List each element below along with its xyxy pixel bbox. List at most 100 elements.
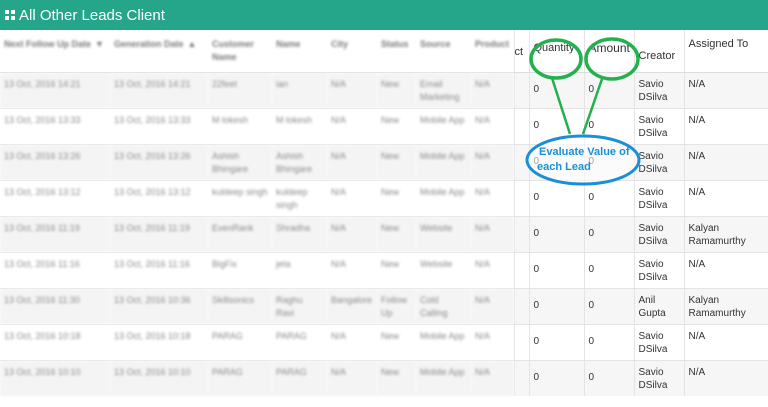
sort-up-icon: ▲ bbox=[187, 39, 197, 49]
cell-product-cut bbox=[513, 179, 529, 216]
col-header-product-cut[interactable]: ct bbox=[513, 30, 529, 73]
cell-product: N/A bbox=[471, 251, 514, 288]
leads-table: Next Follow Up Date ▼ Generation Date ▲ Cu… bbox=[0, 30, 768, 396]
col-header-next-followup[interactable]: Next Follow Up Date ▼ bbox=[0, 30, 110, 73]
cell-product-cut bbox=[513, 323, 529, 360]
cell-source: Mobile App bbox=[416, 179, 471, 216]
cell-name: M lokesh bbox=[272, 107, 327, 144]
cell-qty: 0 bbox=[528, 179, 584, 216]
cell-gen: 13 Oct, 2016 13:33 bbox=[110, 107, 208, 144]
cell-city: N/A bbox=[327, 323, 377, 360]
cell-creator: Savio DSilva bbox=[633, 143, 684, 180]
sort-down-icon: ▼ bbox=[95, 39, 104, 49]
col-header-source[interactable]: Source bbox=[416, 30, 471, 73]
col-header-creator[interactable]: Creator bbox=[633, 30, 684, 73]
table-row[interactable]: 13 Oct, 2016 11:19 13 Oct, 2016 11:19 Even… bbox=[0, 215, 768, 252]
cell-customer: M lokesh bbox=[208, 107, 272, 144]
cell-assigned: N/A bbox=[683, 107, 768, 144]
cell-amount: 0 bbox=[583, 287, 634, 324]
cell-gen: 13 Oct, 2016 11:19 bbox=[110, 215, 208, 252]
table-row[interactable]: 13 Oct, 2016 13:26 13 Oct, 2016 13:26 Ashi… bbox=[0, 143, 768, 180]
cell-qty: 0 bbox=[528, 215, 584, 252]
table-row[interactable]: 13 Oct, 2016 11:30 13 Oct, 2016 10:36 Skil… bbox=[0, 287, 768, 324]
cell-amount: 0 bbox=[583, 107, 634, 144]
cell-customer: BigFix bbox=[208, 251, 272, 288]
cell-status: New bbox=[377, 215, 416, 252]
col-header-city[interactable]: City bbox=[327, 30, 377, 73]
cell-name: Raghu Ravi bbox=[272, 287, 327, 324]
cell-assigned: N/A bbox=[683, 179, 768, 216]
cell-creator: Savio DSilva bbox=[633, 359, 684, 396]
cell-product: N/A bbox=[471, 71, 514, 108]
cell-status: New bbox=[377, 143, 416, 180]
cell-product: N/A bbox=[471, 359, 514, 396]
cell-gen: 13 Oct, 2016 10:18 bbox=[110, 323, 208, 360]
cell-name: kuldeep singh bbox=[272, 179, 327, 216]
cell-next: 13 Oct, 2016 11:16 bbox=[0, 251, 110, 288]
cell-next: 13 Oct, 2016 13:12 bbox=[0, 179, 110, 216]
cell-gen: 13 Oct, 2016 10:10 bbox=[110, 359, 208, 396]
cell-city: N/A bbox=[327, 71, 377, 108]
col-header-quantity[interactable]: Quantity bbox=[528, 30, 584, 73]
col-header-customer-name[interactable]: Customer Name bbox=[208, 30, 272, 73]
cell-product: N/A bbox=[471, 215, 514, 252]
cell-status: New bbox=[377, 107, 416, 144]
cell-city: N/A bbox=[327, 107, 377, 144]
table-header-row: Next Follow Up Date ▼ Generation Date ▲ Cu… bbox=[0, 30, 768, 73]
table-row[interactable]: 13 Oct, 2016 13:33 13 Oct, 2016 13:33 M lo… bbox=[0, 107, 768, 144]
table-row[interactable]: 13 Oct, 2016 10:18 13 Oct, 2016 10:18 PARA… bbox=[0, 323, 768, 360]
cell-customer: PARAG bbox=[208, 323, 272, 360]
table-row[interactable]: 13 Oct, 2016 14:21 13 Oct, 2016 14:21 22fe… bbox=[0, 71, 768, 108]
cell-city: N/A bbox=[327, 143, 377, 180]
cell-city: N/A bbox=[327, 359, 377, 396]
cell-next: 13 Oct, 2016 11:30 bbox=[0, 287, 110, 324]
cell-creator: Savio DSilva bbox=[633, 179, 684, 216]
cell-product-cut bbox=[513, 107, 529, 144]
cell-customer: Skillsonics bbox=[208, 287, 272, 324]
col-header-name[interactable]: Name bbox=[272, 30, 327, 73]
cell-qty: 0 bbox=[528, 323, 584, 360]
cell-creator: Savio DSilva bbox=[633, 323, 684, 360]
cell-next: 13 Oct, 2016 11:19 bbox=[0, 215, 110, 252]
cell-gen: 13 Oct, 2016 11:16 bbox=[110, 251, 208, 288]
col-header-generation-date[interactable]: Generation Date ▲ bbox=[110, 30, 208, 73]
cell-name: ian bbox=[272, 71, 327, 108]
col-header-amount[interactable]: Amount bbox=[583, 30, 634, 73]
cell-source: Mobile App bbox=[416, 143, 471, 180]
cell-name: jeta bbox=[272, 251, 327, 288]
cell-status: New bbox=[377, 359, 416, 396]
cell-product: N/A bbox=[471, 179, 514, 216]
cell-qty: 0 bbox=[528, 107, 584, 144]
cell-source: Cold Calling bbox=[416, 287, 471, 324]
panel-header: All Other Leads Client bbox=[0, 0, 768, 30]
cell-city: N/A bbox=[327, 215, 377, 252]
cell-product: N/A bbox=[471, 323, 514, 360]
cell-assigned: Kalyan Ramamurthy bbox=[683, 215, 768, 252]
cell-assigned: N/A bbox=[683, 323, 768, 360]
table-row[interactable]: 13 Oct, 2016 13:12 13 Oct, 2016 13:12 kuld… bbox=[0, 179, 768, 216]
cell-creator: Savio DSilva bbox=[633, 71, 684, 108]
cell-qty: 0 bbox=[528, 287, 584, 324]
cell-gen: 13 Oct, 2016 10:36 bbox=[110, 287, 208, 324]
cell-assigned: N/A bbox=[683, 359, 768, 396]
cell-next: 13 Oct, 2016 10:10 bbox=[0, 359, 110, 396]
col-header-assigned-to[interactable]: Assigned To bbox=[683, 30, 768, 73]
cell-next: 13 Oct, 2016 13:26 bbox=[0, 143, 110, 180]
cell-assigned: Kalyan Ramamurthy bbox=[683, 287, 768, 324]
cell-gen: 13 Oct, 2016 13:12 bbox=[110, 179, 208, 216]
table-row[interactable]: 13 Oct, 2016 11:16 13 Oct, 2016 11:16 BigF… bbox=[0, 251, 768, 288]
cell-amount: 0 bbox=[583, 215, 634, 252]
table-row[interactable]: 13 Oct, 2016 10:10 13 Oct, 2016 10:10 PARA… bbox=[0, 359, 768, 396]
cell-amount: 0 bbox=[583, 71, 634, 108]
table-icon bbox=[5, 10, 15, 20]
cell-amount: 0 bbox=[583, 323, 634, 360]
cell-amount: 0 bbox=[583, 251, 634, 288]
cell-assigned: N/A bbox=[683, 71, 768, 108]
cell-qty: 0 bbox=[528, 251, 584, 288]
cell-customer: 22feet bbox=[208, 71, 272, 108]
cell-customer: PARAG bbox=[208, 359, 272, 396]
col-header-status[interactable]: Status bbox=[377, 30, 416, 73]
panel-title: All Other Leads Client bbox=[19, 6, 165, 24]
cell-qty: 0 bbox=[528, 71, 584, 108]
col-header-product[interactable]: Product bbox=[471, 30, 514, 73]
